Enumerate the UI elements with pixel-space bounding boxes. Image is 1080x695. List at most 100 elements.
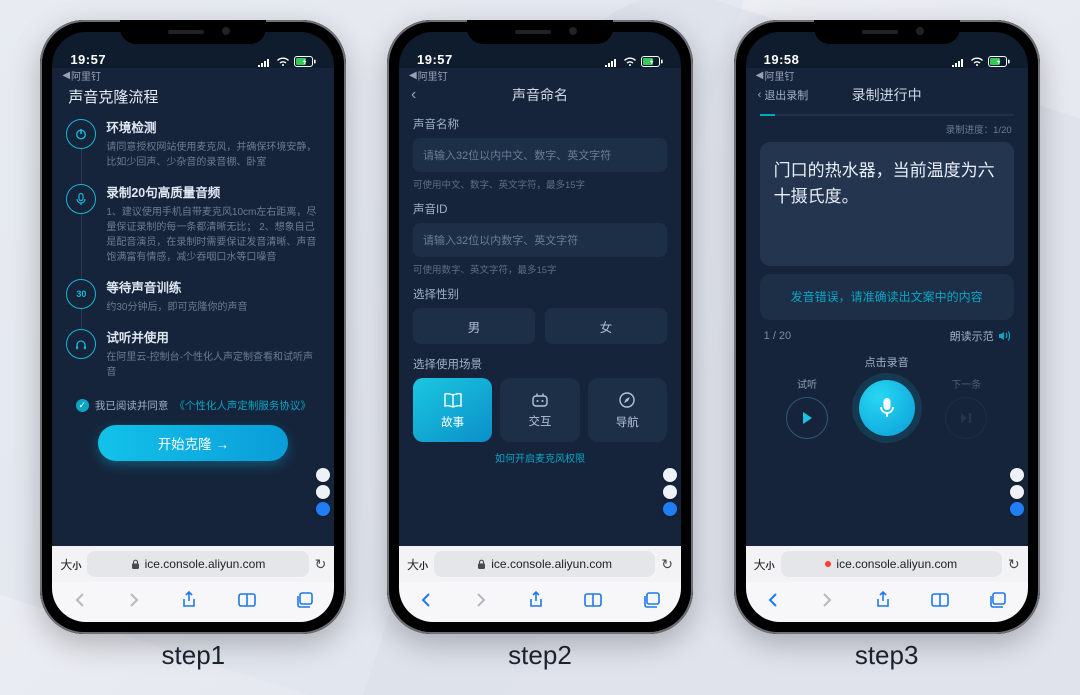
record-button[interactable] <box>859 380 915 436</box>
lock-icon <box>477 559 486 570</box>
nav-bar: ‹ 退出录制 录制进行中 <box>746 82 1028 108</box>
text-size-control[interactable]: 大小 <box>754 556 775 573</box>
floating-actions[interactable] <box>316 468 330 516</box>
share-icon[interactable] <box>528 591 544 614</box>
caption-step2: step2 <box>508 640 572 671</box>
gender-female[interactable]: 女 <box>545 308 667 344</box>
tabs-icon[interactable] <box>296 592 314 613</box>
url-field[interactable]: ice.console.aliyun.com <box>87 551 308 577</box>
share-icon[interactable] <box>181 591 197 614</box>
start-clone-button[interactable]: 开始克隆 → <box>98 425 288 461</box>
tabs-icon[interactable] <box>643 592 661 613</box>
text-size-control[interactable]: 大小 <box>407 556 428 573</box>
voice-id-input[interactable]: 请输入32位以内数字、英文字符 <box>413 223 667 257</box>
gender-label: 选择性别 <box>413 286 667 302</box>
voice-id-label: 声音ID <box>413 201 667 217</box>
bubble-3[interactable] <box>663 502 677 516</box>
tabs-icon[interactable] <box>989 592 1007 613</box>
forward-icon[interactable] <box>474 592 488 613</box>
bookmarks-icon[interactable] <box>931 592 949 613</box>
bubble-2[interactable] <box>1010 485 1024 499</box>
bubble-1[interactable] <box>1010 468 1024 482</box>
gender-segment: 男 女 <box>413 308 667 344</box>
text-size-control[interactable]: 大小 <box>60 556 81 573</box>
safari-address-bar[interactable]: 大小 ice.console.aliyun.com ↻ <box>746 546 1028 582</box>
page-title: 声音克隆流程 <box>52 82 334 117</box>
preview-button[interactable]: 试听 <box>780 376 834 439</box>
demo-play[interactable]: 朗读示范 <box>950 328 1010 344</box>
consent-link[interactable]: 《个性化人声定制服务协议》 <box>174 398 311 413</box>
mic-icon <box>66 184 96 214</box>
scene-nav[interactable]: 导航 <box>588 378 667 442</box>
skip-icon <box>945 397 987 439</box>
voice-name-input[interactable]: 请输入32位以内中文、数字、英文字符 <box>413 138 667 172</box>
nav-title: 录制进行中 <box>852 85 922 105</box>
url-field[interactable]: ice.console.aliyun.com <box>781 551 1002 577</box>
url-field[interactable]: ice.console.aliyun.com <box>434 551 655 577</box>
url-text: ice.console.aliyun.com <box>145 557 266 571</box>
status-icons <box>604 56 663 67</box>
robot-icon <box>530 392 550 408</box>
gender-male[interactable]: 男 <box>413 308 535 344</box>
bubble-1[interactable] <box>316 468 330 482</box>
mic-icon <box>877 396 897 420</box>
floating-actions[interactable] <box>663 468 677 516</box>
exit-record-button[interactable]: ‹ 退出录制 <box>758 87 809 103</box>
step-env: 环境检测请同意授权网站使用麦克风，并确保环境安静，比如少回声、少杂音的录音棚、卧… <box>66 117 320 182</box>
checkbox-checked-icon[interactable]: ✓ <box>76 399 89 412</box>
scene-interact[interactable]: 交互 <box>500 378 579 442</box>
signal-icon <box>257 57 272 67</box>
wifi-icon <box>276 57 290 67</box>
signal-icon <box>604 57 619 67</box>
consent-text: 我已阅读并同意 <box>95 398 169 413</box>
signal-icon <box>951 57 966 67</box>
back-icon[interactable]: ‹ <box>411 86 416 104</box>
error-card: 发音错误，请准确读出文案中的内容 <box>760 274 1014 320</box>
bookmarks-icon[interactable] <box>584 592 602 613</box>
reload-icon[interactable]: ↻ <box>315 556 327 573</box>
step-listen: 试听并使用在阿里云-控制台-个性化人声定制查看和试听声音 <box>66 327 320 392</box>
consent-row[interactable]: ✓ 我已阅读并同意 《个性化人声定制服务协议》 <box>52 392 334 423</box>
bubble-1[interactable] <box>663 468 677 482</box>
wifi-icon <box>623 57 637 67</box>
back-to-app[interactable]: ◀阿里钉 <box>756 68 795 83</box>
scene-story[interactable]: 故事 <box>413 378 492 442</box>
battery-icon <box>294 56 316 67</box>
back-icon[interactable] <box>73 592 87 613</box>
phone-frame-3: 19:58 ◀阿里钉 ‹ 退出录制 录制进行中 录制进度：1/20 <box>734 20 1040 634</box>
voice-id-hint: 可使用数字、英文字符，最多15字 <box>413 262 667 276</box>
floating-actions[interactable] <box>1010 468 1024 516</box>
safari-toolbar <box>746 582 1028 622</box>
bubble-2[interactable] <box>663 485 677 499</box>
bookmarks-icon[interactable] <box>238 592 256 613</box>
forward-icon[interactable] <box>820 592 834 613</box>
next-button[interactable]: 下一条 <box>939 376 993 439</box>
back-icon[interactable] <box>419 592 433 613</box>
back-to-app[interactable]: ◀阿里钉 <box>409 68 448 83</box>
url-text: ice.console.aliyun.com <box>836 557 957 571</box>
back-to-app[interactable]: ◀阿里钉 <box>62 68 101 83</box>
headphones-icon <box>66 329 96 359</box>
play-icon <box>786 397 828 439</box>
notch <box>814 20 960 44</box>
progress-text: 录制进度：1/20 <box>746 122 1028 142</box>
step-train: 30 等待声音训练约30分钟后，即可克隆你的声音 <box>66 277 320 327</box>
mic-permission-link[interactable]: 如何开启麦克风权限 <box>399 450 681 465</box>
forward-icon[interactable] <box>127 592 141 613</box>
nav-title: 声音命名 <box>512 85 568 105</box>
bubble-2[interactable] <box>316 485 330 499</box>
back-icon[interactable] <box>766 592 780 613</box>
safari-address-bar[interactable]: 大小 ice.console.aliyun.com ↻ <box>52 546 334 582</box>
reload-icon[interactable]: ↻ <box>661 556 673 573</box>
safari-address-bar[interactable]: 大小 ice.console.aliyun.com ↻ <box>399 546 681 582</box>
battery-icon <box>988 56 1010 67</box>
status-time: 19:58 <box>764 52 800 67</box>
reload-icon[interactable]: ↻ <box>1008 556 1020 573</box>
voice-name-hint: 可使用中文、数字、英文字符，最多15字 <box>413 177 667 191</box>
share-icon[interactable] <box>875 591 891 614</box>
url-text: ice.console.aliyun.com <box>491 557 612 571</box>
bubble-3[interactable] <box>316 502 330 516</box>
phone-frame-1: 19:57 ◀阿里钉 声音克隆流程 <box>40 20 346 634</box>
bubble-3[interactable] <box>1010 502 1024 516</box>
safari-toolbar <box>52 582 334 622</box>
